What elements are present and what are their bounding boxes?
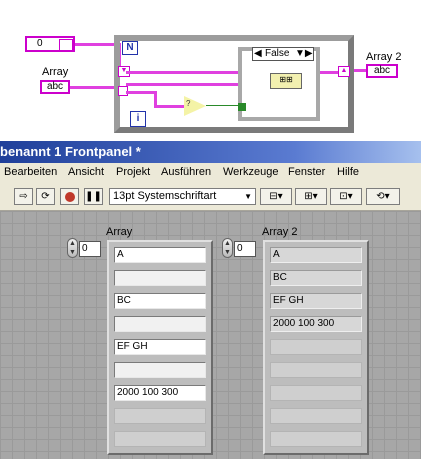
resize-objects-button[interactable]: ⊡▾ (330, 188, 362, 205)
build-array-node[interactable]: ⊞⊞ (270, 73, 302, 89)
run-continuous-button[interactable]: ⟳ (36, 188, 55, 205)
array1-element-6[interactable]: 2000 100 300 (114, 385, 206, 401)
array2-label: Array 2 (262, 226, 298, 238)
font-selector[interactable]: 13pt Systemschriftart ▼ (109, 188, 256, 205)
reorder-button[interactable]: ⟲▾ (366, 188, 400, 205)
toolbar: ⇨ ⟳ ❚❚ 13pt Systemschriftart ▼ ⊟▾ ⊞▾ ⊡▾ … (0, 184, 421, 211)
case-structure[interactable]: ◀ False ▼▶ ⊞⊞ (238, 47, 320, 121)
menu-ansicht[interactable]: Ansicht (68, 166, 104, 178)
window-titlebar[interactable]: benannt 1 Frontpanel * (0, 141, 421, 163)
align-objects-button[interactable]: ⊟▾ (260, 188, 292, 205)
array2-frame: A BC EF GH 2000 100 300 (263, 240, 369, 455)
menu-fenster[interactable]: Fenster (288, 166, 325, 178)
array1-label: Array (106, 226, 133, 238)
array-indicator-terminal[interactable]: abc (366, 64, 398, 78)
for-loop-structure[interactable]: N i ▼ ? ◀ False ▼▶ ⊞⊞ ▲ (114, 35, 354, 133)
array-control-label: Array (42, 66, 69, 78)
array2-element-0: A (270, 247, 362, 263)
block-diagram: 0 Array abc N i ▼ ? ◀ False ▼▶ ⊞⊞ ▲ Arra… (0, 0, 421, 140)
case-decrement-icon[interactable]: ◀ (254, 48, 262, 59)
pause-button[interactable]: ❚❚ (84, 188, 103, 205)
array1-element-0[interactable]: A (114, 247, 206, 263)
distribute-objects-button[interactable]: ⊞▾ (295, 188, 327, 205)
array1-index-field[interactable]: 0 (79, 241, 101, 257)
array1-element-2[interactable]: BC (114, 293, 206, 309)
array2-index-field[interactable]: 0 (234, 241, 256, 257)
menu-bearbeiten[interactable]: Bearbeiten (4, 166, 57, 178)
array1-element-3[interactable] (114, 316, 206, 332)
chevron-down-icon: ▼ (244, 192, 252, 201)
menu-werkzeuge[interactable]: Werkzeuge (223, 166, 278, 178)
array1-frame: A BC EF GH 2000 100 300 (107, 240, 213, 455)
menu-projekt[interactable]: Projekt (116, 166, 150, 178)
case-selector-terminal (238, 103, 246, 111)
menu-bar: Bearbeiten Ansicht Projekt Ausführen Wer… (0, 163, 421, 185)
font-selector-value: 13pt Systemschriftart (113, 190, 217, 202)
array-indicator-label: Array 2 (366, 51, 402, 63)
array2-element-8 (270, 431, 362, 447)
case-increment-icon[interactable]: ▼▶ (295, 48, 313, 59)
loop-iteration-terminal[interactable]: i (130, 111, 146, 127)
array1-element-5[interactable] (114, 362, 206, 378)
menu-ausfuehren[interactable]: Ausführen (161, 166, 211, 178)
window-title: benannt 1 Frontpanel * (0, 144, 141, 159)
string-const-box (59, 39, 73, 51)
case-selector-label[interactable]: ◀ False ▼▶ (252, 47, 314, 61)
menu-hilfe[interactable]: Hilfe (337, 166, 359, 178)
loop-count-terminal[interactable]: N (122, 41, 138, 55)
array2-element-7 (270, 408, 362, 424)
numeric-control-value: 0 (37, 38, 43, 49)
array-control-type: abc (46, 81, 64, 92)
loop-wire-mid (126, 83, 244, 86)
array-indicator-type: abc (373, 65, 391, 76)
array2-index-spinner[interactable]: ▲ ▼ (222, 238, 233, 258)
array2-element-6 (270, 385, 362, 401)
array1-element-4[interactable]: EF GH (114, 339, 206, 355)
run-arrow-button[interactable]: ⇨ (14, 188, 33, 205)
stop-icon (64, 192, 75, 202)
array1-element-1[interactable] (114, 270, 206, 286)
front-panel: Array ▲ ▼ 0 A BC EF GH 2000 100 300 Array… (0, 211, 421, 459)
case-selector-value: False (265, 48, 290, 59)
numeric-control-terminal[interactable]: 0 (25, 36, 75, 52)
loop-wire-to-compare (154, 105, 186, 108)
loop-wire-top (126, 71, 244, 74)
compare-glyph: ? (186, 99, 191, 108)
array2-element-5 (270, 362, 362, 378)
array2-element-2: EF GH (270, 293, 362, 309)
array2-element-3: 2000 100 300 (270, 316, 362, 332)
array1-element-7[interactable] (114, 408, 206, 424)
shift-register-right: ▲ (338, 66, 350, 77)
array1-index-spinner[interactable]: ▲ ▼ (67, 238, 78, 258)
array-control-terminal[interactable]: abc (40, 80, 70, 94)
output-wire (354, 69, 366, 72)
array2-element-1: BC (270, 270, 362, 286)
array2-element-4 (270, 339, 362, 355)
loop-wire-bottom (126, 91, 156, 94)
array-wire (70, 86, 120, 89)
abort-button[interactable] (60, 188, 79, 205)
array1-element-8[interactable] (114, 431, 206, 447)
